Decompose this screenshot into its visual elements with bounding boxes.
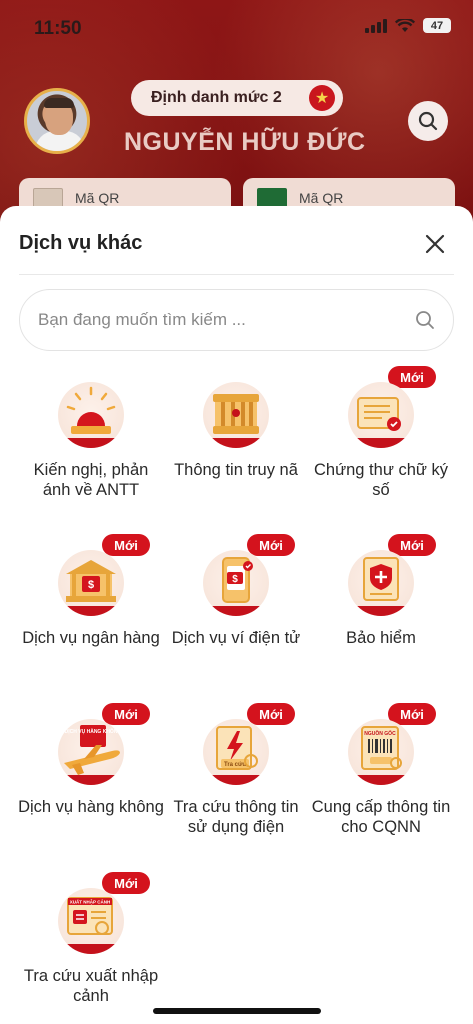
new-badge: Mới — [247, 534, 295, 556]
service-label: Bảo hiểm — [346, 629, 416, 647]
status-bar: 11:50 47 — [0, 0, 473, 56]
user-name: NGUYỄN HỮU ĐỨC — [124, 128, 366, 156]
service-tile-aviation[interactable]: Mới DỊCH VỤ HÀNG KHÔNG Dịch vụ hàng khôn… — [12, 703, 170, 863]
bank-icon: $ — [58, 550, 124, 616]
status-time: 11:50 — [34, 18, 82, 39]
insurance-icon — [348, 550, 414, 616]
divider — [19, 274, 454, 275]
qr-card-label: Mã QR — [299, 190, 344, 206]
service-search-field[interactable] — [19, 289, 454, 351]
other-services-sheet: Dịch vụ khác Bạn đang muốn tìm kiếm ... … — [0, 206, 473, 1024]
service-tile-banking[interactable]: Mới $ Dịch vụ ngân hàng — [12, 534, 170, 694]
close-button[interactable] — [421, 230, 449, 258]
close-icon — [425, 234, 445, 254]
service-tile-ewallet[interactable]: Mới $ Dịch vụ ví điện tử — [157, 534, 315, 694]
new-badge: Mới — [247, 703, 295, 725]
passport-icon: XUẤT NHẬP CẢNH — [58, 888, 124, 954]
service-label: Dịch vụ ngân hàng — [22, 629, 160, 647]
battery-icon: 47 — [423, 18, 451, 33]
service-label: Kiến nghị, phản ánh về ANTT — [33, 461, 149, 499]
service-tile-antt[interactable]: Kiến nghị, phản ánh về ANTT — [12, 366, 170, 526]
e-wallet-icon: $ — [203, 550, 269, 616]
new-badge: Mới — [102, 872, 150, 894]
star-emblem-icon: ★ — [309, 85, 335, 111]
id-card-icon — [33, 188, 63, 208]
service-tile-insurance[interactable]: Mới Bảo hiểm — [302, 534, 460, 694]
search-input[interactable] — [38, 310, 415, 330]
new-badge: Mới — [102, 703, 150, 725]
electricity-icon: Tra cứu — [203, 719, 269, 785]
service-label: Dịch vụ hàng không — [18, 798, 164, 816]
svg-text:XUẤT NHẬP CẢNH: XUẤT NHẬP CẢNH — [70, 899, 110, 905]
siren-icon — [58, 382, 124, 448]
service-tile-cqnn[interactable]: Mới NGUỒN GỐC Cung cấp thông tin cho CQN… — [302, 703, 460, 863]
certificate-icon — [348, 382, 414, 448]
home-indicator — [153, 1008, 321, 1014]
qr-card-label: Mã QR — [75, 190, 120, 206]
svg-text:NGUỒN GỐC: NGUỒN GỐC — [364, 730, 396, 737]
green-card-icon — [257, 188, 287, 208]
airplane-icon: DỊCH VỤ HÀNG KHÔNG — [58, 719, 124, 785]
sheet-title: Dịch vụ khác — [19, 232, 143, 254]
service-label: Thông tin truy nã — [174, 461, 298, 479]
service-tile-immigration[interactable]: Mới XUẤT NHẬP CẢNH Tra cứu xuất nhập cản… — [12, 872, 170, 1024]
header-search-button[interactable] — [408, 101, 448, 141]
wifi-icon — [395, 18, 415, 32]
svg-text:$: $ — [232, 574, 238, 585]
signal-icon — [365, 18, 387, 33]
new-badge: Mới — [102, 534, 150, 556]
prison-bars-icon — [203, 382, 269, 448]
svg-text:$: $ — [88, 579, 94, 591]
service-label: Chứng thư chữ ký số — [313, 461, 449, 499]
service-label: Tra cứu thông tin sử dụng điện — [173, 798, 299, 836]
search-icon — [418, 111, 438, 131]
service-tile-digital-signature[interactable]: Mới Chứng thư chữ ký số — [302, 366, 460, 526]
service-label: Dịch vụ ví điện tử — [171, 629, 301, 647]
svg-text:Tra cứu: Tra cứu — [224, 762, 246, 768]
service-label: Cung cấp thông tin cho CQNN — [311, 798, 451, 836]
avatar[interactable] — [24, 88, 90, 154]
search-icon — [416, 311, 434, 329]
identity-level-label: Định danh mức 2 — [151, 89, 282, 106]
svg-text:DỊCH VỤ HÀNG KHÔNG: DỊCH VỤ HÀNG KHÔNG — [65, 727, 122, 735]
identity-level-badge[interactable]: Định danh mức 2 ★ — [131, 80, 343, 116]
service-label: Tra cứu xuất nhập cảnh — [23, 967, 159, 1005]
barcode-document-icon: NGUỒN GỐC — [348, 719, 414, 785]
service-tile-wanted[interactable]: Thông tin truy nã — [157, 366, 315, 526]
service-tile-electricity[interactable]: Mới Tra cứu Tra cứu thông tin sử dụng đi… — [157, 703, 315, 863]
status-icons: 47 — [365, 18, 451, 33]
